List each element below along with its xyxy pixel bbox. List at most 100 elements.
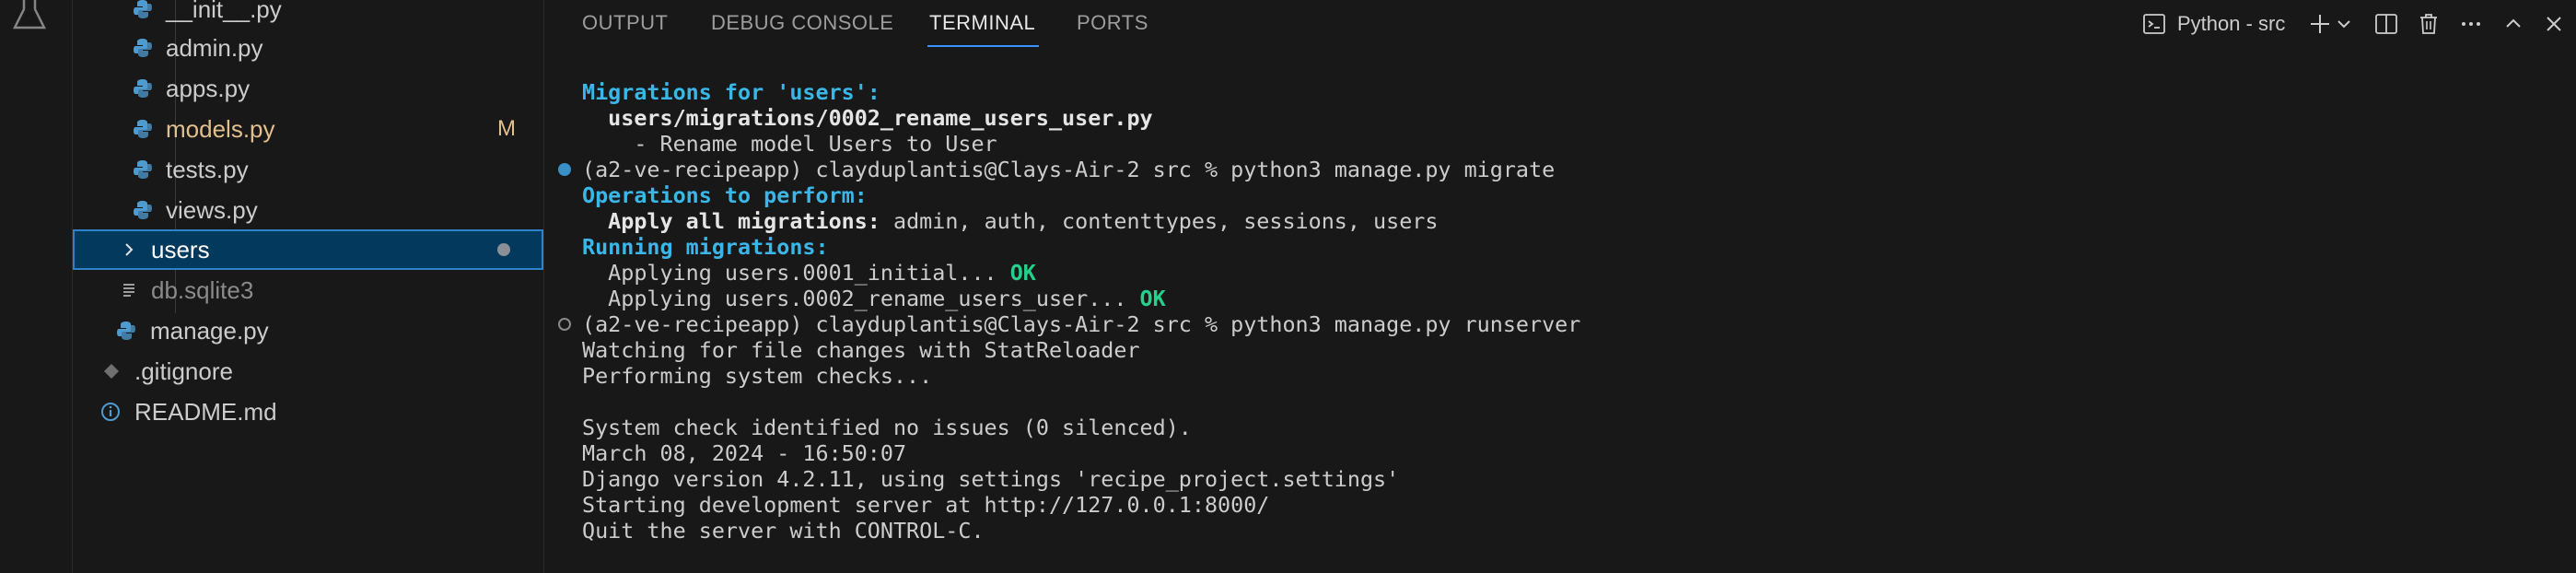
file-label: apps.py [166,74,251,102]
chevron-up-icon [2506,18,2521,28]
new-terminal-button[interactable] [2308,7,2332,41]
terminal-icon [2143,14,2165,34]
terminal-line: Applying users.0002_rename_users_user...… [582,286,1166,311]
python-icon [132,0,154,20]
folder-label: users [151,235,210,263]
terminal-text: Applying users.0002_rename_users_user... [582,286,1140,311]
tab-output[interactable]: OUTPUT [582,11,668,35]
terminal-text: March 08, 2024 - 16:50:07 [582,440,907,466]
trash-icon [2420,14,2437,34]
kill-terminal-button[interactable] [2417,7,2441,41]
chevron-right-icon [118,239,140,261]
tab-terminal[interactable]: TERMINAL [929,11,1035,35]
maximize-panel-button[interactable] [2503,7,2524,41]
close-panel-button[interactable] [2544,7,2564,41]
file-manage-py[interactable]: manage.py [73,310,543,351]
split-icon [2375,14,2397,34]
file-models-py[interactable]: models.py M [73,109,543,149]
terminal-text: admin, auth, contenttypes, sessions, use… [880,208,1439,234]
terminal-line: - Rename model Users to User [582,131,997,157]
file-label: __init__.py [166,0,282,23]
file-label: db.sqlite3 [151,275,254,304]
terminal-line: (a2-ve-recipeapp) clayduplantis@Clays-Ai… [582,157,1555,182]
terminal-text: Quit the server with CONTROL-C. [582,518,985,544]
terminal-text: Starting development server at http://12… [582,492,1270,518]
python-icon [132,158,154,181]
terminal-text: Performing system checks... [582,363,933,389]
file-label: admin.py [166,33,263,62]
lines-icon [119,279,141,301]
terminal-selector[interactable]: Python - src [2142,7,2285,41]
tab-debug-console[interactable]: DEBUG CONSOLE [711,11,893,35]
terminal-text: OK [1009,260,1036,286]
terminal-text: Watching for file changes with StatReloa… [582,337,1140,363]
file-label: models.py [166,114,275,143]
terminal-name: Python - src [2177,12,2286,35]
python-icon [132,77,154,99]
terminal-line: Applying users.0001_initial... OK [582,260,1036,286]
vscode-window: __init__.py admin.py apps.py models.py M [0,0,2576,573]
file-label: README.md [134,397,277,426]
file-tests-py[interactable]: tests.py [73,149,543,190]
terminal-text: Running migrations: [582,234,829,260]
terminal-text: Migrations for 'users': [582,79,880,105]
file-views-py[interactable]: views.py [73,190,543,230]
panel-toolbar: Python - src [2142,7,2566,41]
python-icon [132,37,154,59]
modified-dot [497,243,510,256]
file-apps-py[interactable]: apps.py [73,68,543,109]
ellipsis-icon [2462,22,2480,26]
terminal-line: March 08, 2024 - 16:50:07 [582,440,906,466]
terminal-text: (a2-ve-recipeapp) clayduplantis@Clays-Ai… [582,311,1581,337]
terminal-line: Apply all migrations: admin, auth, conte… [582,208,1438,234]
info-icon [99,401,122,423]
terminal-text: users/migrations/0002_rename_users_user.… [582,105,1153,131]
modified-badge: M [497,116,516,141]
terminal-line: Django version 4.2.11, using settings 'r… [582,466,1399,492]
terminal-line: Watching for file changes with StatReloa… [582,337,1140,363]
terminal-text: Applying users.0001_initial... [582,260,1010,286]
terminal-line: Migrations for 'users': [582,79,880,105]
flask-icon[interactable] [11,0,48,31]
terminal-line: Operations to perform: [582,182,868,208]
terminal-line: Running migrations: [582,234,829,260]
command-running-decoration[interactable] [558,318,571,331]
terminal-line: Starting development server at http://12… [582,492,1269,518]
plus-icon [2311,15,2329,33]
file-init-py[interactable]: __init__.py [73,0,543,29]
terminal-text: (a2-ve-recipeapp) clayduplantis@Clays-Ai… [582,157,1556,182]
terminal-line: Quit the server with CONTROL-C. [582,518,985,544]
chevron-down-icon [2337,20,2350,29]
file-label: manage.py [150,316,269,345]
terminal-text: OK [1139,286,1166,311]
terminal-text: Apply all migrations: [582,208,880,234]
close-icon [2547,17,2561,31]
activity-bar [0,0,73,573]
python-icon [132,118,154,140]
explorer-sidebar: __init__.py admin.py apps.py models.py M [73,0,544,573]
diamond-icon [100,360,122,382]
terminal-line: users/migrations/0002_rename_users_user.… [582,105,1153,131]
python-icon [132,199,154,221]
folder-users[interactable]: users [73,229,543,270]
split-terminal-button[interactable] [2374,7,2398,41]
terminal-line: Performing system checks... [582,363,932,389]
active-tab-indicator [927,45,1039,47]
file-db-sqlite3[interactable]: db.sqlite3 [73,270,543,310]
python-icon [115,320,137,342]
terminal-launch-profile-button[interactable] [2336,7,2352,41]
file-readme-md[interactable]: README.md [73,392,543,432]
terminal-text: Operations to perform: [582,182,868,208]
tab-ports[interactable]: PORTS [1077,11,1148,35]
file-label: .gitignore [134,357,233,385]
terminal-line: (a2-ve-recipeapp) clayduplantis@Clays-Ai… [582,311,1580,337]
command-success-decoration[interactable] [558,163,571,176]
file-admin-py[interactable]: admin.py [73,28,543,68]
terminal-text: System check identified no issues (0 sil… [582,415,1192,440]
file-gitignore[interactable]: .gitignore [73,351,543,392]
terminal-line: System check identified no issues (0 sil… [582,415,1192,440]
terminal-text: - Rename model Users to User [582,131,997,157]
file-label: views.py [166,195,258,224]
more-actions-button[interactable] [2459,7,2483,41]
file-label: tests.py [166,155,249,183]
